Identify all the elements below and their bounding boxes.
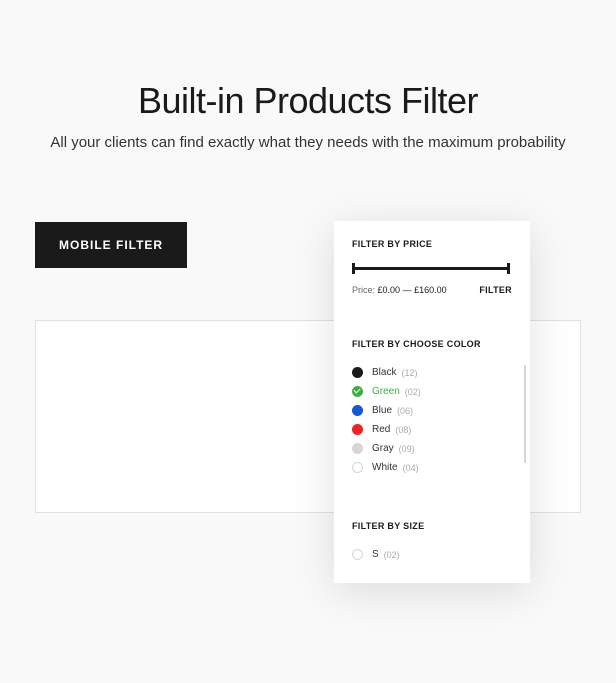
color-option-red[interactable]: Red (08) bbox=[352, 420, 512, 439]
filter-panel: FILTER BY PRICE Price: £0.00 — £160.00 F… bbox=[334, 221, 530, 583]
color-list: Black (12) Green (02) Blue (06) Red (08)… bbox=[352, 363, 512, 477]
size-count: (02) bbox=[384, 550, 400, 560]
slider-handle-max[interactable] bbox=[507, 263, 510, 274]
price-max: £160.00 bbox=[414, 285, 447, 295]
color-name: Green bbox=[372, 386, 400, 397]
filter-color-section: FILTER BY CHOOSE COLOR Black (12) Green … bbox=[334, 339, 530, 499]
page-subtitle: All your clients can find exactly what t… bbox=[0, 134, 616, 151]
filter-color-title: FILTER BY CHOOSE COLOR bbox=[352, 339, 512, 349]
price-row: Price: £0.00 — £160.00 FILTER bbox=[352, 285, 512, 295]
filter-price-title: FILTER BY PRICE bbox=[352, 239, 512, 249]
slider-handle-min[interactable] bbox=[352, 263, 355, 274]
filter-price-section: FILTER BY PRICE Price: £0.00 — £160.00 F… bbox=[334, 239, 530, 317]
price-slider[interactable] bbox=[352, 263, 512, 275]
color-count: (09) bbox=[399, 444, 415, 454]
color-option-green[interactable]: Green (02) bbox=[352, 382, 512, 401]
scrollbar[interactable] bbox=[524, 365, 526, 463]
color-count: (08) bbox=[395, 425, 411, 435]
price-sep: — bbox=[403, 285, 412, 295]
mobile-filter-button[interactable]: MOBILE FILTER bbox=[35, 222, 187, 268]
color-option-gray[interactable]: Gray (09) bbox=[352, 439, 512, 458]
color-count: (04) bbox=[403, 463, 419, 473]
swatch-icon bbox=[352, 424, 363, 435]
price-min: £0.00 bbox=[378, 285, 401, 295]
section-divider bbox=[334, 317, 530, 339]
slider-track bbox=[352, 267, 508, 270]
color-option-blue[interactable]: Blue (06) bbox=[352, 401, 512, 420]
color-option-white[interactable]: White (04) bbox=[352, 458, 512, 477]
section-divider bbox=[334, 499, 530, 521]
size-name: S bbox=[372, 549, 379, 560]
color-count: (02) bbox=[405, 387, 421, 397]
price-label: Price: bbox=[352, 285, 375, 295]
swatch-icon bbox=[352, 462, 363, 473]
swatch-icon bbox=[352, 386, 363, 397]
color-name: Red bbox=[372, 424, 390, 435]
swatch-icon bbox=[352, 367, 363, 378]
size-option-s[interactable]: S (02) bbox=[352, 545, 512, 564]
color-name: Black bbox=[372, 367, 396, 378]
filter-size-title: FILTER BY SIZE bbox=[352, 521, 512, 531]
filter-size-section: FILTER BY SIZE S (02) bbox=[334, 521, 530, 583]
color-count: (12) bbox=[401, 368, 417, 378]
price-filter-button[interactable]: FILTER bbox=[479, 285, 512, 295]
color-name: Blue bbox=[372, 405, 392, 416]
radio-icon bbox=[352, 549, 363, 560]
swatch-icon bbox=[352, 405, 363, 416]
color-count: (06) bbox=[397, 406, 413, 416]
price-display: Price: £0.00 — £160.00 bbox=[352, 285, 447, 295]
swatch-icon bbox=[352, 443, 363, 454]
page-title: Built-in Products Filter bbox=[0, 80, 616, 122]
color-option-black[interactable]: Black (12) bbox=[352, 363, 512, 382]
hero-section: Built-in Products Filter All your client… bbox=[0, 0, 616, 151]
color-name: Gray bbox=[372, 443, 394, 454]
color-name: White bbox=[372, 462, 398, 473]
